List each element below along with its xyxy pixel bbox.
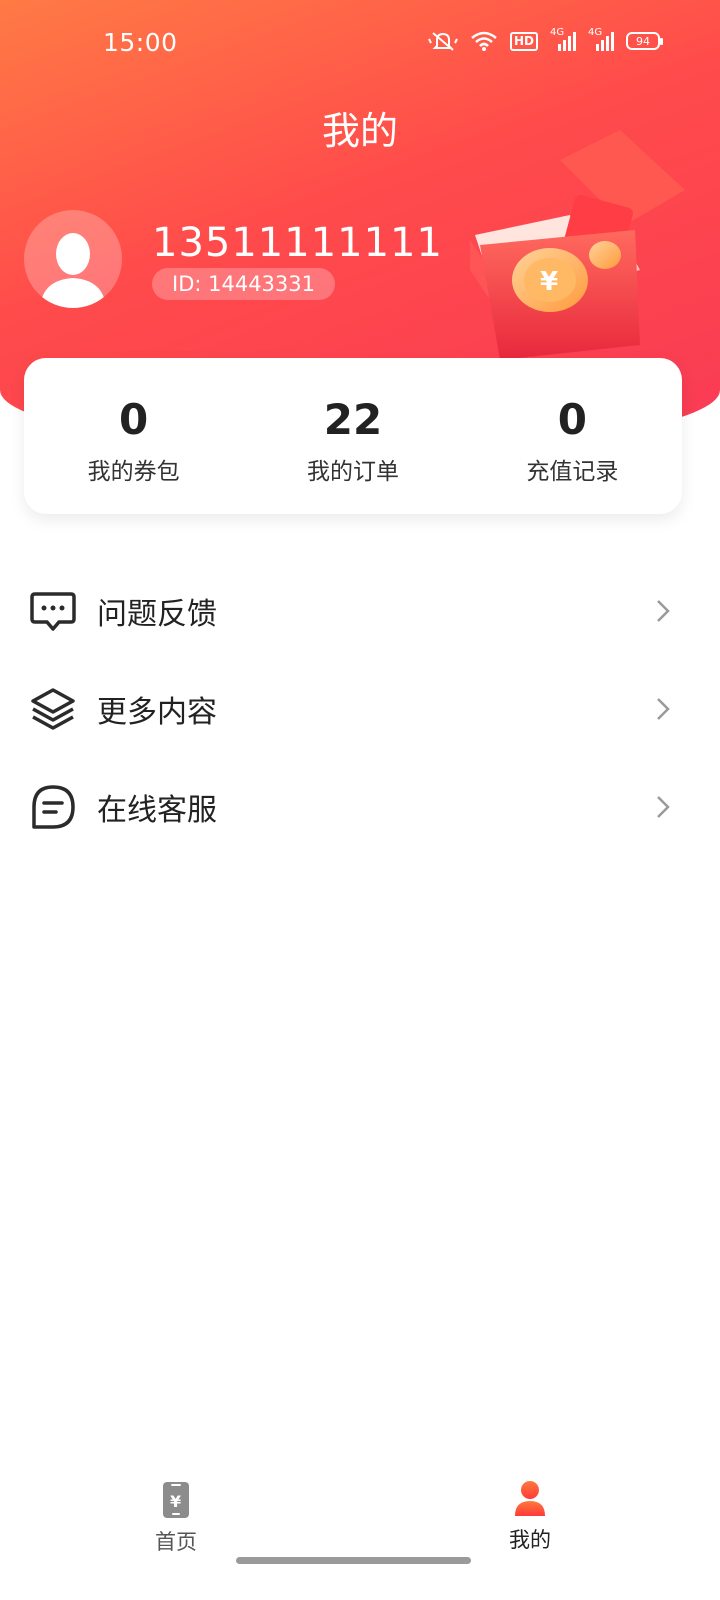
stat-label: 我的券包: [87, 459, 180, 485]
stats-card: 0 我的券包 22 我的订单 0 充值记录: [24, 358, 682, 514]
user-phone-number: 13511111111: [152, 220, 443, 266]
home-indicator[interactable]: [236, 1557, 471, 1564]
mute-vibrate-icon: [428, 30, 458, 52]
person-icon: [515, 1481, 545, 1516]
stat-label: 我的订单: [306, 459, 399, 485]
bottom-tab-bar: ¥ 首页 我的: [0, 1470, 720, 1600]
stat-label: 充值记录: [526, 459, 619, 485]
user-id-badge: ID: 14443331: [152, 268, 336, 300]
stat-recharge-records[interactable]: 0 充值记录: [463, 358, 682, 514]
tab-label: 我的: [509, 1528, 551, 1552]
chevron-right-icon: [657, 600, 670, 622]
menu-list: 问题反馈 更多内容 在线客服: [0, 562, 720, 856]
menu-item-label: 问题反馈: [97, 597, 217, 632]
status-bar: 15:00 HD 4G 4G 94: [0, 0, 720, 90]
chat-icon: [32, 785, 75, 829]
hd-icon: HD: [509, 31, 538, 51]
stat-value: 0: [119, 395, 149, 444]
feedback-icon: [30, 592, 76, 631]
chevron-right-icon: [657, 796, 670, 818]
svg-text:¥: ¥: [540, 267, 558, 297]
battery-icon: 94: [626, 32, 663, 50]
stat-my-orders[interactable]: 22 我的订单: [243, 358, 462, 514]
status-time: 15:00: [103, 28, 178, 57]
menu-item-more-content[interactable]: 更多内容: [0, 660, 720, 758]
signal-icon: 4G: [550, 27, 576, 52]
layers-icon: [31, 688, 75, 730]
menu-item-label: 更多内容: [97, 695, 217, 730]
phone-yuan-icon: ¥: [163, 1482, 189, 1518]
chevron-right-icon: [657, 698, 670, 720]
tab-label: 首页: [155, 1530, 197, 1554]
menu-item-feedback[interactable]: 问题反馈: [0, 562, 720, 660]
gift-box-coins-icon: ¥: [460, 130, 710, 370]
tab-home[interactable]: ¥ 首页: [106, 1480, 246, 1556]
network-type-label: 4G: [550, 27, 565, 38]
battery-level: 94: [636, 34, 650, 48]
stat-coupon-wallet[interactable]: 0 我的券包: [24, 358, 243, 514]
avatar[interactable]: [24, 210, 122, 308]
tab-mine[interactable]: 我的: [460, 1480, 600, 1554]
hd-badge: HD: [509, 31, 538, 51]
default-user-avatar-icon: [40, 233, 106, 308]
profile-screen: 15:00 HD 4G 4G 94 我的 ¥ 13511111111 ID: 1…: [0, 0, 720, 1600]
wifi-icon: [470, 30, 498, 52]
status-icons: HD 4G 4G 94: [428, 27, 663, 52]
svg-text:¥: ¥: [170, 1492, 181, 1511]
network-type-label: 4G: [588, 27, 603, 38]
signal-icon: 4G: [588, 27, 614, 52]
stat-value: 22: [323, 395, 383, 444]
stat-value: 0: [557, 395, 587, 444]
menu-item-online-service[interactable]: 在线客服: [0, 758, 720, 856]
menu-item-label: 在线客服: [97, 793, 217, 828]
